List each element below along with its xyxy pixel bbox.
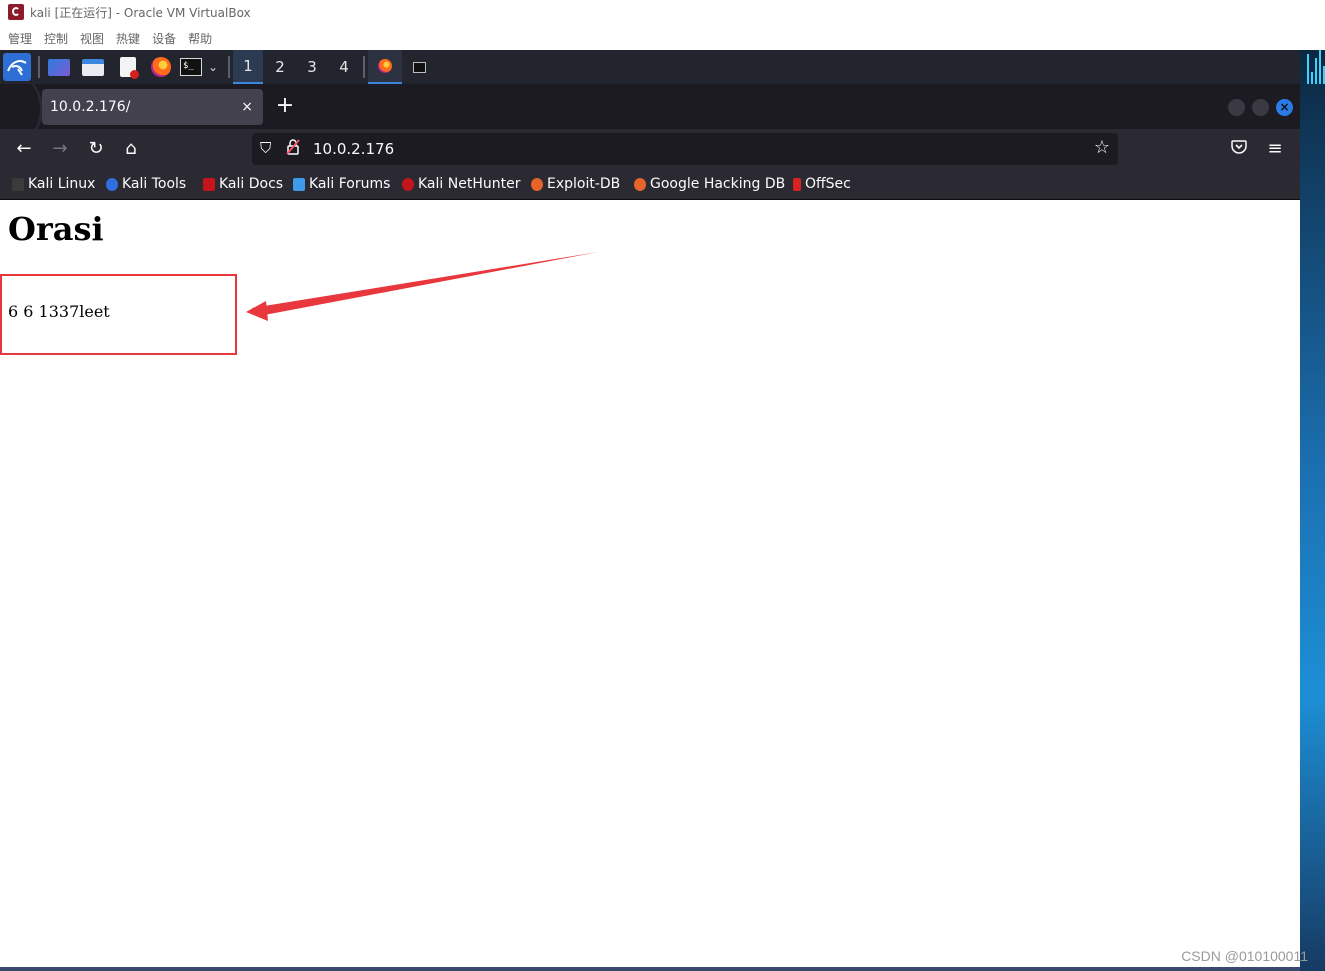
virtualbox-icon <box>8 4 24 20</box>
window-close-button[interactable]: × <box>1276 99 1293 116</box>
home-button[interactable]: ⌂ <box>117 135 145 163</box>
bookmark-kali-linux[interactable]: Kali Linux <box>12 175 95 193</box>
new-tab-button[interactable]: + <box>272 94 298 120</box>
url-bar[interactable]: ⛉ 10.0.2.176 ☆ <box>252 133 1118 165</box>
taskbar-terminal-window[interactable] <box>402 50 436 84</box>
close-icon[interactable]: × <box>241 99 253 115</box>
bookmark-exploit-db[interactable]: Exploit-DB <box>531 175 620 193</box>
bookmark-star-icon[interactable]: ☆ <box>1094 138 1110 158</box>
kali-tools-icon <box>106 177 118 191</box>
kali-dragon-icon <box>12 177 24 191</box>
back-button[interactable]: ← <box>10 135 38 163</box>
firefox-window: 10.0.2.176/ × + × ← → ↻ ⌂ ⛉ 10.0.2.176 ☆ <box>0 84 1300 967</box>
workspace-2[interactable]: 2 <box>265 50 295 84</box>
file-manager-icon[interactable] <box>81 54 105 80</box>
forward-button[interactable]: → <box>46 135 74 163</box>
bookmark-kali-docs[interactable]: Kali Docs <box>203 175 283 193</box>
offsec-icon <box>793 177 801 191</box>
kali-menu-icon[interactable] <box>3 53 31 81</box>
navigation-toolbar: ← → ↻ ⌂ ⛉ 10.0.2.176 ☆ ≡ <box>0 129 1300 169</box>
bookmark-google-hacking-db[interactable]: Google Hacking DB <box>634 175 785 193</box>
firefox-icon <box>378 59 392 73</box>
watermark-text: CSDN @010100011 <box>1181 948 1308 964</box>
tab-bar: 10.0.2.176/ × + × <box>0 84 1300 129</box>
menu-control[interactable]: 控制 <box>44 30 68 47</box>
text-editor-icon[interactable] <box>117 54 139 80</box>
desktop-wallpaper-strip <box>1300 50 1325 971</box>
kali-docs-icon <box>203 177 215 191</box>
panel-separator <box>228 56 230 78</box>
workspace-3[interactable]: 3 <box>297 50 327 84</box>
maximize-button[interactable] <box>1252 99 1269 116</box>
tab-active[interactable]: 10.0.2.176/ × <box>42 89 263 125</box>
terminal-icon <box>412 61 426 73</box>
minimize-button[interactable] <box>1228 99 1245 116</box>
guest-bottom-edge <box>0 967 1300 971</box>
kali-nethunter-icon <box>402 177 414 191</box>
panel-separator <box>363 56 365 78</box>
system-monitor-graph <box>1307 50 1325 84</box>
tracking-protection-shield-icon[interactable]: ⛉ <box>260 140 274 156</box>
google-hacking-db-icon <box>634 177 646 191</box>
taskbar-firefox-window[interactable] <box>368 50 402 84</box>
bookmark-kali-forums[interactable]: Kali Forums <box>293 175 390 193</box>
menu-help[interactable]: 帮助 <box>188 30 212 47</box>
insecure-lock-icon[interactable] <box>286 139 302 157</box>
terminal-icon[interactable]: $_ <box>179 54 203 80</box>
page-viewport: Orasi 6 6 1337leet <box>0 200 1300 967</box>
menu-manage[interactable]: 管理 <box>8 30 32 47</box>
menu-hotkeys[interactable]: 热键 <box>116 30 140 47</box>
top-panel: $_ ⌄ 1 2 3 4 <box>0 50 1300 84</box>
bookmark-kali-nethunter[interactable]: Kali NetHunter <box>402 175 520 193</box>
decorative-swoosh <box>0 84 43 129</box>
bookmark-offsec[interactable]: OffSec <box>793 175 851 193</box>
chevron-down-icon[interactable]: ⌄ <box>205 54 221 80</box>
url-text[interactable]: 10.0.2.176 <box>313 139 394 159</box>
firefox-icon[interactable] <box>149 54 173 80</box>
reload-button[interactable]: ↻ <box>82 135 110 163</box>
menu-view[interactable]: 视图 <box>80 30 104 47</box>
show-desktop-icon[interactable] <box>47 54 71 80</box>
guest-display: $_ ⌄ 1 2 3 4 10.0.2.176/ × + × ← → ↻ ⌂ ⛉… <box>0 50 1325 971</box>
workspace-1[interactable]: 1 <box>233 50 263 84</box>
menu-devices[interactable]: 设备 <box>152 30 176 47</box>
pocket-icon[interactable] <box>1225 135 1253 163</box>
panel-separator <box>38 56 40 78</box>
vbox-menu-bar: 管理 控制 视图 热键 设备 帮助 <box>0 27 216 49</box>
tab-title: 10.0.2.176/ <box>50 99 131 115</box>
kali-forums-icon <box>293 177 305 191</box>
bookmarks-toolbar: Kali Linux Kali Tools Kali Docs Kali For… <box>0 169 1300 200</box>
window-title: kali [正在运行] - Oracle VM VirtualBox <box>30 5 251 20</box>
hamburger-menu-icon[interactable]: ≡ <box>1261 135 1289 163</box>
bookmark-kali-tools[interactable]: Kali Tools <box>106 175 186 193</box>
annotation-arrow <box>246 252 598 321</box>
exploit-db-icon <box>531 177 543 191</box>
vbox-title-bar: kali [正在运行] - Oracle VM VirtualBox <box>0 0 1325 24</box>
workspace-4[interactable]: 4 <box>329 50 359 84</box>
